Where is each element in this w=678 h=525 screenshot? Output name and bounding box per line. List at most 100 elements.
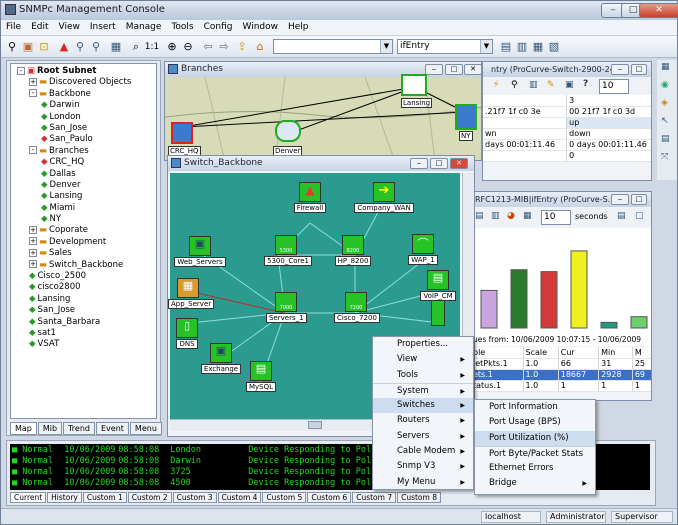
tree-item[interactable]: ◆ Miami — [17, 203, 156, 214]
menu-file[interactable]: File — [1, 20, 26, 34]
context-menu-item[interactable]: Cable Modem ▶ — [373, 444, 473, 459]
tree-item[interactable]: ◆ Dallas — [17, 169, 156, 180]
tree-item[interactable]: ◆ Lansing — [17, 294, 156, 305]
tree-item[interactable]: ◆ Darwin — [17, 100, 156, 111]
palette-icon-4[interactable]: ↖ — [661, 116, 669, 126]
copy-icon[interactable]: ▢ — [635, 211, 644, 221]
list-icon[interactable]: ▦ — [531, 40, 545, 54]
tree-item[interactable]: + ▬ Sales — [17, 248, 156, 259]
column-header[interactable]: Scale — [523, 347, 559, 359]
wap1-node[interactable]: ⌒ WAP_1 — [404, 234, 442, 265]
dns-node[interactable]: ▯ DNS — [174, 318, 200, 349]
menu-edit[interactable]: Edit — [26, 20, 53, 34]
rfc-maximize[interactable]: □ — [631, 194, 647, 205]
tree-item[interactable]: ◆ VSAT — [17, 339, 156, 350]
switch-minimize[interactable]: ‒ — [410, 158, 428, 169]
palette-icon-6[interactable]: ⤧ — [661, 152, 668, 162]
palette-icon-1[interactable]: ▦ — [661, 62, 670, 72]
branches-minimize[interactable]: ‒ — [425, 64, 443, 75]
close-button[interactable]: ✕ — [639, 3, 678, 18]
expand-icon[interactable]: - — [29, 89, 37, 98]
company-wan-node[interactable]: ➔ Company_WAN — [354, 182, 414, 213]
switch-close[interactable]: ✕ — [450, 158, 468, 169]
event-tab[interactable]: Custom 8 — [397, 492, 441, 503]
tab-map[interactable]: Map — [10, 422, 37, 435]
column-header[interactable]: Min — [598, 347, 633, 359]
find-icon[interactable]: ⚲ — [73, 40, 87, 54]
tree-item[interactable]: ◆ London — [17, 112, 156, 123]
expand-icon[interactable]: + — [29, 260, 37, 269]
tree-item[interactable]: ◆ sat1 — [17, 328, 156, 339]
event-tab[interactable]: Custom 7 — [352, 492, 397, 503]
menu-tools[interactable]: Tools — [166, 20, 198, 34]
tree-item[interactable]: ◆ Denver — [17, 180, 156, 191]
crc-hq-node[interactable] — [171, 122, 193, 144]
tree-item[interactable]: - ▬ Backbone — [17, 89, 156, 100]
back-icon[interactable]: ⇦ — [201, 40, 215, 54]
menu-manage[interactable]: Manage — [121, 20, 167, 34]
expand-icon[interactable]: - — [29, 146, 37, 155]
expand-icon[interactable]: + — [29, 225, 37, 234]
report-icon[interactable]: ▧ — [547, 40, 561, 54]
tree-item[interactable]: ◆ cisco2800 — [17, 282, 156, 293]
find-next-icon[interactable]: ⚲ — [89, 40, 103, 54]
list-icon[interactable]: ▤ — [617, 211, 626, 221]
column-header[interactable]: ble — [471, 347, 524, 359]
ny-node[interactable] — [455, 104, 477, 130]
palette-icon-2[interactable]: ◉ — [661, 80, 669, 90]
event-tab[interactable]: Custom 6 — [307, 492, 352, 503]
menu-help[interactable]: Help — [283, 20, 314, 34]
grid-icon[interactable]: ▦ — [523, 211, 532, 221]
zoom-label[interactable]: 1:1 — [143, 40, 161, 54]
column-header[interactable]: Cur — [558, 347, 600, 359]
submenu-item[interactable]: Port Utilization (%) — [475, 430, 595, 446]
event-tab[interactable]: Custom 3 — [172, 492, 217, 503]
cisco7200-node[interactable]: 7200 Cisco_7200 — [334, 292, 380, 323]
rfc-minimize[interactable]: ‒ — [611, 194, 629, 205]
firewall-node[interactable]: ▲ Firewall — [290, 182, 330, 213]
rfc-interval-spin[interactable]: 10 — [541, 210, 571, 225]
branches-maximize[interactable]: □ — [445, 64, 463, 75]
event-tab[interactable]: Custom 4 — [217, 492, 262, 503]
table-row[interactable]: tatus.1 1.0 1 1 1 — [471, 380, 651, 392]
if-table-minimize[interactable]: ‒ — [611, 64, 629, 75]
map-combo[interactable]: ▼ — [273, 39, 393, 54]
server-rack-node[interactable] — [430, 300, 446, 326]
tree-item[interactable]: ◆ CRC_HQ — [17, 157, 156, 168]
lock-icon[interactable]: ⊡ — [37, 40, 51, 54]
column-header[interactable]: M — [632, 347, 651, 359]
lansing-node[interactable] — [401, 74, 427, 96]
table-row[interactable]: ietPkts.1 1.0 66 31 25 — [471, 358, 651, 370]
menu-window[interactable]: Window — [238, 20, 284, 34]
tab-mib[interactable]: Mib — [37, 422, 63, 435]
submenu-item[interactable]: Port Information — [475, 400, 595, 415]
tree-item[interactable]: + ▬ Coporate — [17, 225, 156, 236]
pie-chart-icon[interactable]: ◕ — [507, 211, 515, 221]
servers1-node[interactable]: 7000 Servers_1 — [266, 292, 307, 323]
zoom-out-icon[interactable]: ⊖ — [181, 40, 195, 54]
table-row[interactable]: ets.1 1.0 18667 2928 69 — [471, 369, 651, 381]
tab-trend[interactable]: Trend — [63, 422, 95, 435]
tree-item[interactable]: ◆ Santa_Barbara — [17, 317, 156, 328]
tree-item[interactable]: ◆ San_Jose — [17, 305, 156, 316]
submenu-item[interactable]: Port Usage (BPS) — [475, 415, 595, 430]
tree-item[interactable]: + ▬ Discovered Objects — [17, 77, 156, 88]
lightning-icon[interactable]: ⚡ — [493, 80, 499, 90]
zoom-in-icon[interactable]: ⊕ — [165, 40, 179, 54]
home-icon[interactable]: ⌂ — [253, 40, 267, 54]
exchange-node[interactable]: ▣ Exchange — [200, 343, 242, 374]
palette-icon-5[interactable]: ▤ — [661, 134, 670, 144]
expand-icon[interactable]: - — [17, 66, 25, 75]
tree-item[interactable]: ◆ NY — [17, 214, 156, 225]
event-tab[interactable]: Custom 1 — [82, 492, 127, 503]
tree-item[interactable]: ◆ San_Paulo — [17, 134, 156, 145]
alarm-icon[interactable]: ▲ — [57, 40, 71, 54]
submenu-item[interactable]: Bridge ▶ — [475, 476, 595, 491]
graph-icon[interactable]: ▥ — [529, 80, 538, 90]
denver-node[interactable] — [275, 120, 301, 142]
tree-item[interactable]: - ▬ Branches — [17, 146, 156, 157]
tab-event[interactable]: Event — [96, 422, 129, 435]
mib-combo[interactable]: ifEntry ▼ — [397, 39, 493, 54]
tree-item[interactable]: + ▬ Development — [17, 237, 156, 248]
tree-item[interactable]: + ▬ Switch_Backbone — [17, 260, 156, 271]
